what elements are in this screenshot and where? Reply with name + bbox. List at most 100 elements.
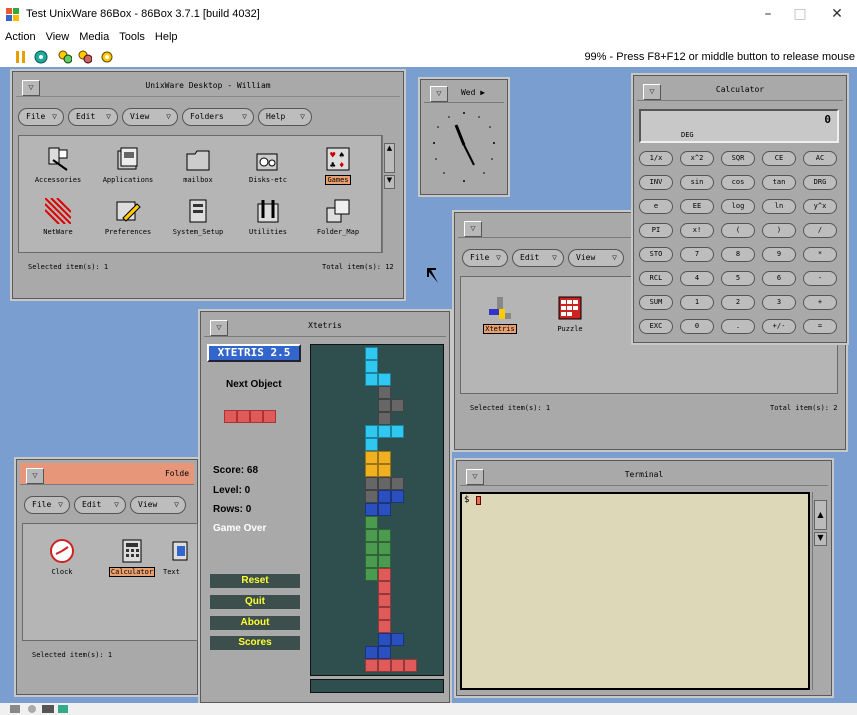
calc-key--[interactable]: +/- xyxy=(762,319,796,334)
calc-key--[interactable]: * xyxy=(803,247,837,262)
xtetris-menu-button[interactable]: ▽ xyxy=(210,320,228,336)
xtetris-icon[interactable]: Xtetris xyxy=(465,295,535,334)
terminal-scrollbar[interactable]: ▲ ▼ xyxy=(812,492,828,690)
calc-key-7[interactable]: 7 xyxy=(680,247,714,262)
calc-key-drg[interactable]: DRG xyxy=(803,175,837,190)
settings-icon-3[interactable] xyxy=(100,50,114,64)
scores-button[interactable]: Scores xyxy=(209,635,301,651)
settings-icon-1[interactable] xyxy=(58,50,72,64)
system-setup-icon[interactable]: System_Setup xyxy=(163,198,233,236)
calc-key-y-x[interactable]: y^x xyxy=(803,199,837,214)
settings-icon-2[interactable] xyxy=(78,50,92,64)
ctrl-alt-del-icon[interactable] xyxy=(34,50,48,64)
menu-action[interactable]: Action xyxy=(5,28,36,43)
pause-icon[interactable] xyxy=(14,50,28,64)
calc-key-rcl[interactable]: RCL xyxy=(639,271,673,286)
apps-view-menu[interactable]: View ▽ xyxy=(130,496,186,514)
minimize-button[interactable]: – xyxy=(758,6,778,22)
scroll-up-icon[interactable]: ▲ xyxy=(384,143,395,173)
terminal-scroll-up-icon[interactable]: ▲ xyxy=(814,500,827,530)
calc-key-pi[interactable]: PI xyxy=(639,223,673,238)
clock-window-menu-button[interactable]: ▽ xyxy=(430,86,448,102)
games-folder-menu-button[interactable]: ▽ xyxy=(464,221,482,237)
games-file-menu[interactable]: File ▽ xyxy=(462,249,508,267)
calc-key--[interactable]: - xyxy=(803,271,837,286)
calc-key--[interactable]: . xyxy=(721,319,755,334)
desktop-folders-menu[interactable]: Folders ▽ xyxy=(182,108,254,126)
calc-key-4[interactable]: 4 xyxy=(680,271,714,286)
terminal-scroll-down-icon[interactable]: ▼ xyxy=(814,532,827,546)
menu-tools[interactable]: Tools xyxy=(119,28,145,43)
calc-key--[interactable]: = xyxy=(803,319,837,334)
calc-key--[interactable]: / xyxy=(803,223,837,238)
desktop-view-menu[interactable]: View ▽ xyxy=(122,108,178,126)
about-button[interactable]: About xyxy=(209,615,301,631)
apps-folder-menu-button[interactable]: ▽ xyxy=(26,468,44,484)
desktop-edit-menu[interactable]: Edit ▽ xyxy=(68,108,118,126)
calc-key-exc[interactable]: EXC xyxy=(639,319,673,334)
calc-key-1[interactable]: 1 xyxy=(680,295,714,310)
calc-key-3[interactable]: 3 xyxy=(762,295,796,310)
calc-key-sto[interactable]: STO xyxy=(639,247,673,262)
apps-edit-menu[interactable]: Edit ▽ xyxy=(74,496,126,514)
calc-key-cos[interactable]: cos xyxy=(721,175,755,190)
calc-key-8[interactable]: 8 xyxy=(721,247,755,262)
calc-key--[interactable]: ) xyxy=(762,223,796,238)
calc-key--[interactable]: + xyxy=(803,295,837,310)
calc-key-0[interactable]: 0 xyxy=(680,319,714,334)
reset-button[interactable]: Reset xyxy=(209,573,301,589)
terminal-menu-button[interactable]: ▽ xyxy=(466,469,484,485)
text-app-icon[interactable]: Text xyxy=(163,538,199,576)
apps-file-menu[interactable]: File ▽ xyxy=(24,496,70,514)
calculator-menu-button[interactable]: ▽ xyxy=(643,84,661,100)
menu-help[interactable]: Help xyxy=(155,28,178,43)
calc-key-sqr[interactable]: SQR xyxy=(721,151,755,166)
calc-key-2[interactable]: 2 xyxy=(721,295,755,310)
desktop-help-menu[interactable]: Help ▽ xyxy=(258,108,312,126)
calculator-app-icon[interactable]: Calculator xyxy=(97,538,167,577)
calc-key-1-x[interactable]: 1/x xyxy=(639,151,673,166)
calc-key-9[interactable]: 9 xyxy=(762,247,796,262)
puzzle-icon[interactable]: Puzzle xyxy=(535,295,605,333)
calc-key-ln[interactable]: ln xyxy=(762,199,796,214)
maximize-button[interactable]: □ xyxy=(790,6,810,22)
mailbox-icon[interactable]: mailbox xyxy=(163,146,233,184)
calc-key-tan[interactable]: tan xyxy=(762,175,796,190)
folder-map-icon[interactable]: Folder_Map xyxy=(303,198,373,236)
terminal-screen[interactable]: $ xyxy=(460,492,810,690)
calc-key-6[interactable]: 6 xyxy=(762,271,796,286)
close-button[interactable]: ✕ xyxy=(827,6,847,22)
accessories-icon[interactable]: Accessories xyxy=(23,146,93,184)
calc-key-x-2[interactable]: x^2 xyxy=(680,151,714,166)
clock-app-icon[interactable]: Clock xyxy=(27,538,97,576)
calc-key-x-[interactable]: x! xyxy=(680,223,714,238)
calc-key-sin[interactable]: sin xyxy=(680,175,714,190)
calc-key-5[interactable]: 5 xyxy=(721,271,755,286)
calc-key-inv[interactable]: INV xyxy=(639,175,673,190)
desktop-scrollbar[interactable]: ▲ ▼ xyxy=(382,135,396,253)
tetris-block xyxy=(378,412,391,425)
games-icon[interactable]: ♥ ♠ ♣ ♦ Games xyxy=(303,146,373,185)
tetris-block xyxy=(378,373,391,386)
calc-key-sum[interactable]: SUM xyxy=(639,295,673,310)
netware-icon[interactable]: NetWare xyxy=(23,197,93,236)
calc-key-ee[interactable]: EE xyxy=(680,199,714,214)
calc-key-ac[interactable]: AC xyxy=(803,151,837,166)
menu-view[interactable]: View xyxy=(46,28,70,43)
games-edit-menu[interactable]: Edit ▽ xyxy=(512,249,564,267)
calc-key-ce[interactable]: CE xyxy=(762,151,796,166)
games-view-menu[interactable]: View ▽ xyxy=(568,249,624,267)
window-menu-button[interactable]: ▽ xyxy=(22,80,40,96)
utilities-icon[interactable]: Utilities xyxy=(233,198,303,236)
tetris-block xyxy=(365,503,378,516)
calc-key-e[interactable]: e xyxy=(639,199,673,214)
disks-etc-icon[interactable]: Disks-etc xyxy=(233,146,303,184)
desktop-file-menu[interactable]: File ▽ xyxy=(18,108,64,126)
applications-icon[interactable]: Applications xyxy=(93,146,163,184)
preferences-icon[interactable]: Preferences xyxy=(93,198,163,236)
quit-button[interactable]: Quit xyxy=(209,594,301,610)
calc-key-log[interactable]: log xyxy=(721,199,755,214)
calc-key--[interactable]: ( xyxy=(721,223,755,238)
menu-media[interactable]: Media xyxy=(79,28,109,43)
scroll-down-icon[interactable]: ▼ xyxy=(384,175,395,189)
